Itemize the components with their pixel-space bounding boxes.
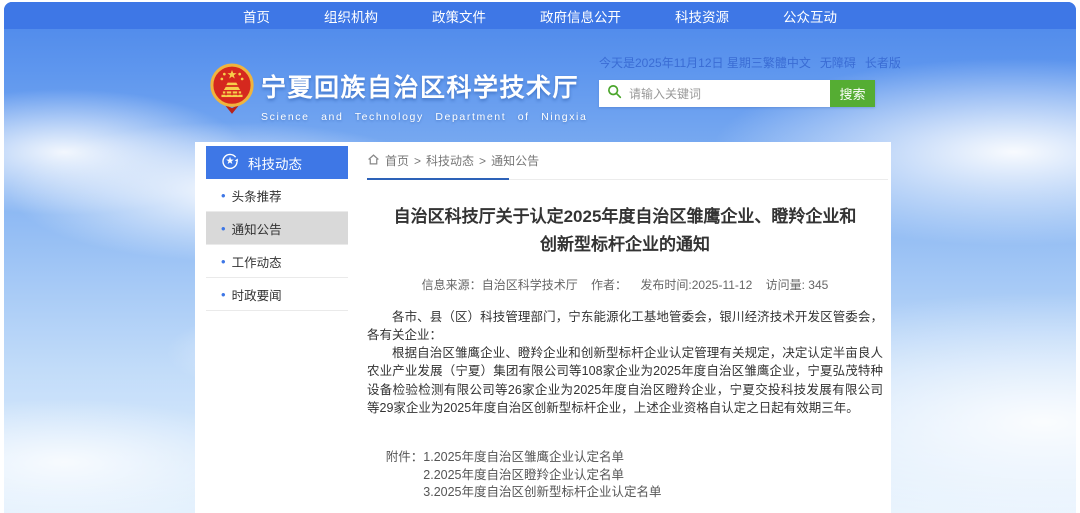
- attachments: 附件： 1.2025年度自治区雏鹰企业认定名单 2.2025年度自治区瞪羚企业认…: [386, 449, 883, 502]
- header-links: 繁體中文 无障碍 长者版: [763, 54, 901, 71]
- attachment-link-3[interactable]: 3.2025年度自治区创新型标杆企业认定名单: [423, 484, 661, 502]
- meta-source-value: 自治区科学技术厅: [482, 278, 578, 292]
- home-icon: [367, 153, 380, 169]
- bullet-icon: •: [221, 255, 226, 268]
- breadcrumb-separator: >: [479, 154, 486, 168]
- article-paragraph: 根据自治区雏鹰企业、瞪羚企业和创新型标杆企业认定管理有关规定，决定认定半亩良人农…: [367, 344, 883, 417]
- meta-views-label: 访问量:: [766, 278, 805, 292]
- site-subtitle: Science and Technology Department of Nin…: [261, 111, 553, 123]
- sidebar-item-work-news[interactable]: • 工作动态: [206, 245, 348, 278]
- link-accessibility[interactable]: 无障碍: [820, 54, 856, 71]
- article-panel: 首页 > 科技动态 > 通知公告 自治区科技厅关于认定2025年度自治区雏鹰企业…: [367, 152, 883, 502]
- search-bar: 搜索: [599, 80, 875, 107]
- page-background: 首页 组织机构 政策文件 政府信息公开 科技资源 公众互动 宁夏回族自治区科学技…: [4, 2, 1076, 513]
- attachment-link-2[interactable]: 2.2025年度自治区瞪羚企业认定名单: [423, 467, 661, 485]
- magnifier-icon: [607, 84, 622, 104]
- breadcrumb: 首页 > 科技动态 > 通知公告: [367, 152, 883, 169]
- meta-views-value: 345: [808, 278, 828, 292]
- site-identity: 宁夏回族自治区科学技术厅 Science and Technology Depa…: [261, 68, 553, 123]
- sidebar-item-headlines[interactable]: • 头条推荐: [206, 179, 348, 212]
- search-input-wrap: [599, 80, 830, 107]
- meta-author-label: 作者：: [591, 278, 627, 292]
- star-cycle-icon: [221, 152, 239, 173]
- bullet-icon: •: [221, 288, 226, 301]
- breadcrumb-separator: >: [414, 154, 421, 168]
- breadcrumb-sci-news[interactable]: 科技动态: [426, 152, 474, 169]
- article-title: 自治区科技厅关于认定2025年度自治区雏鹰企业、瞪羚企业和创新型标杆企业的通知: [367, 203, 883, 259]
- sidebar-title: 科技动态: [248, 153, 302, 173]
- nav-item-public-interaction[interactable]: 公众互动: [783, 6, 837, 26]
- content-panel: 科技动态 • 头条推荐 • 通知公告 • 工作动态 • 时政要闻: [195, 142, 891, 513]
- search-input[interactable]: [629, 87, 822, 101]
- bullet-icon: •: [221, 189, 226, 202]
- nav-item-gov-info[interactable]: 政府信息公开: [540, 6, 621, 26]
- breadcrumb-divider: [367, 178, 883, 180]
- breadcrumb-home[interactable]: 首页: [385, 152, 409, 169]
- sidebar-item-label: 时政要闻: [232, 285, 282, 304]
- article-meta: 信息来源：自治区科学技术厅 作者： 发布时间:2025-11-12 访问量: 3…: [367, 276, 883, 293]
- sidebar-item-label: 工作动态: [232, 252, 282, 271]
- breadcrumb-notices[interactable]: 通知公告: [491, 152, 539, 169]
- top-nav: 首页 组织机构 政策文件 政府信息公开 科技资源 公众互动: [4, 2, 1076, 29]
- article-body: 各市、县（区）科技管理部门，宁东能源化工基地管委会，银川经济技术开发区管委会，各…: [367, 308, 883, 417]
- attachment-link-1[interactable]: 1.2025年度自治区雏鹰企业认定名单: [423, 449, 661, 467]
- site-title: 宁夏回族自治区科学技术厅: [261, 68, 553, 104]
- attachments-label: 附件：: [386, 449, 424, 502]
- sidebar-item-label: 通知公告: [232, 219, 282, 238]
- nav-item-sci-resources[interactable]: 科技资源: [675, 6, 729, 26]
- sidebar-header: 科技动态: [206, 146, 348, 179]
- nav-item-home[interactable]: 首页: [243, 6, 270, 26]
- link-elderly-version[interactable]: 长者版: [865, 54, 901, 71]
- sidebar: 科技动态 • 头条推荐 • 通知公告 • 工作动态 • 时政要闻: [206, 146, 348, 311]
- link-traditional-chinese[interactable]: 繁體中文: [763, 54, 811, 71]
- search-button[interactable]: 搜索: [830, 80, 875, 107]
- meta-date-label: 发布时间:: [640, 278, 691, 292]
- meta-source-label: 信息来源：: [422, 278, 482, 292]
- nav-item-policy[interactable]: 政策文件: [432, 6, 486, 26]
- sidebar-item-label: 头条推荐: [232, 186, 282, 205]
- nav-item-organization[interactable]: 组织机构: [324, 6, 378, 26]
- meta-date-value: 2025-11-12: [692, 278, 753, 292]
- sidebar-item-political-news[interactable]: • 时政要闻: [206, 278, 348, 311]
- header-utilities: 今天是2025年11月12日 星期三 繁體中文 无障碍 长者版 搜索: [599, 54, 875, 107]
- article-paragraph: 各市、县（区）科技管理部门，宁东能源化工基地管委会，银川经济技术开发区管委会，各…: [367, 308, 883, 344]
- today-date: 今天是2025年11月12日 星期三: [599, 54, 763, 71]
- bullet-icon: •: [221, 222, 226, 235]
- sidebar-item-notices[interactable]: • 通知公告: [206, 212, 348, 245]
- national-emblem-icon: [209, 62, 255, 116]
